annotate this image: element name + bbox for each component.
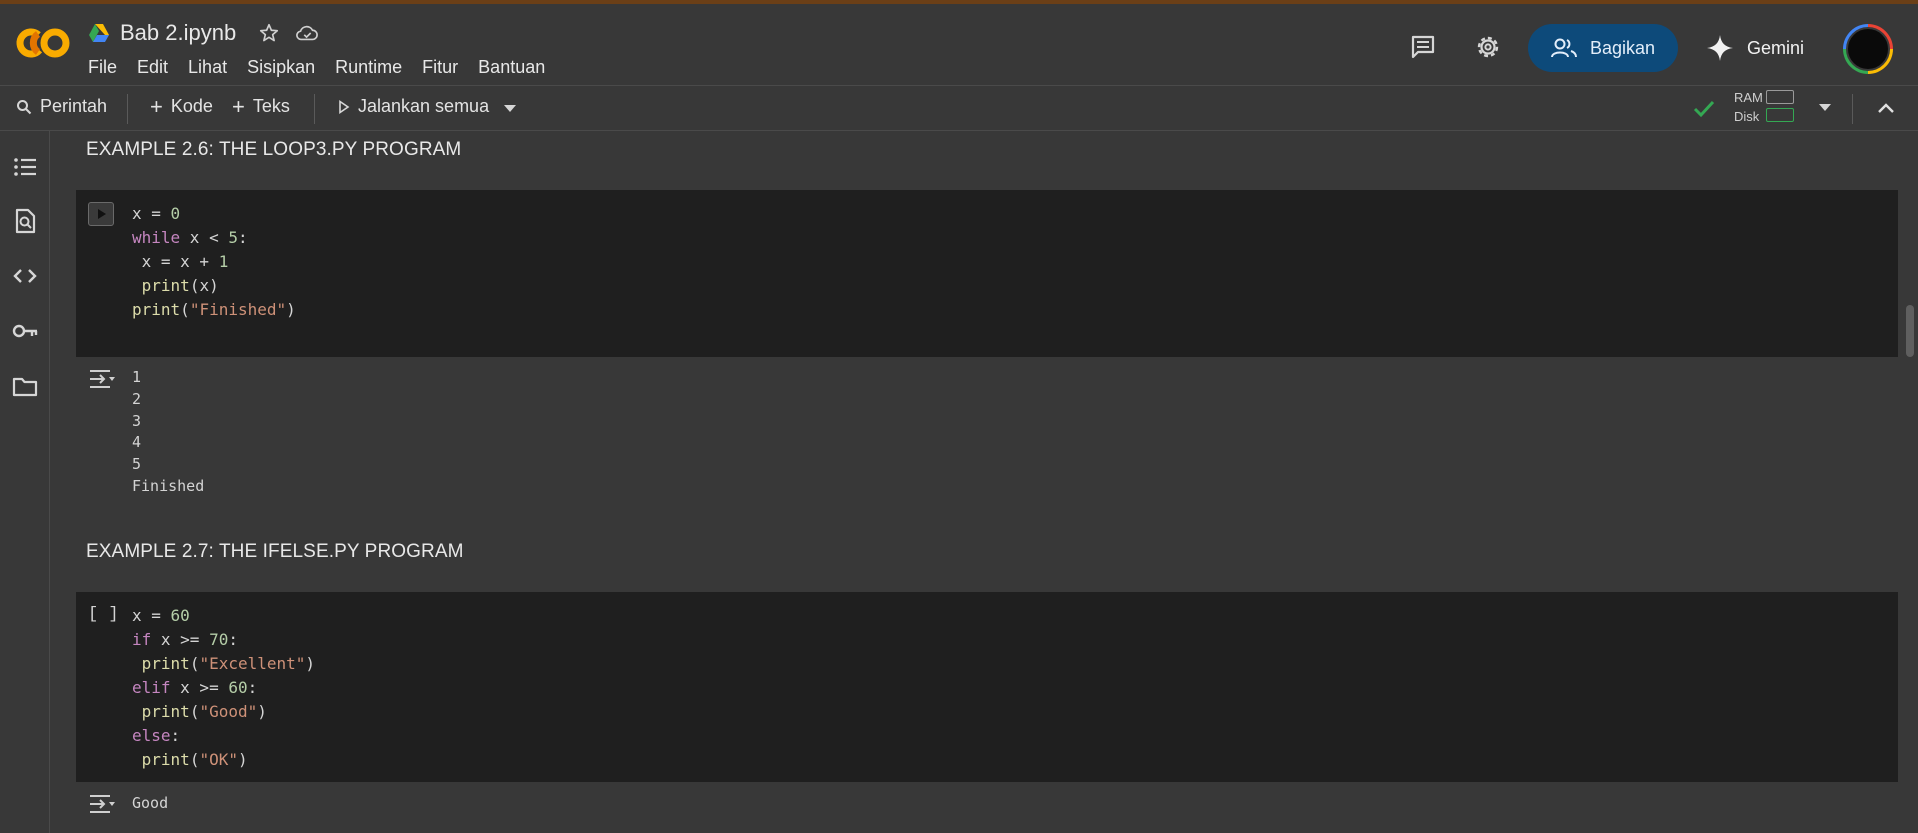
toolbar-divider (314, 94, 315, 124)
markdown-heading-2-7: EXAMPLE 2.7: THE IFELSE.PY PROGRAM (86, 541, 464, 562)
disk-usage-bar (1766, 108, 1794, 122)
notebook-scrollbar-thumb[interactable] (1906, 305, 1914, 357)
code-line: if x >= 70: (132, 630, 238, 649)
ram-disk-indicator[interactable]: RAM Disk (1734, 88, 1763, 126)
share-label: Bagikan (1590, 37, 1656, 58)
chevron-up-icon[interactable] (1877, 100, 1895, 116)
menu-view[interactable]: Lihat (188, 57, 227, 78)
output-line: 1 (132, 368, 142, 386)
share-button[interactable]: Bagikan (1528, 24, 1678, 72)
gemini-label: Gemini (1747, 37, 1805, 58)
output-line: 5 (132, 455, 142, 474)
code-cell-ifelse[interactable] (76, 592, 1898, 782)
command-palette-button[interactable]: Perintah (16, 96, 107, 117)
ram-usage-bar (1766, 90, 1794, 104)
resources-dropdown-icon[interactable] (1818, 103, 1832, 113)
output-line: 2 (132, 389, 142, 408)
code-cell-loop3[interactable] (76, 190, 1898, 357)
cloud-icon[interactable] (294, 22, 320, 44)
toolbar-divider (127, 94, 128, 124)
menu-bar: File Edit Lihat Sisipkan Runtime Fitur B… (88, 57, 545, 78)
run-cell-button[interactable]: [ ] (88, 605, 119, 624)
command-label: Perintah (40, 96, 108, 116)
run-all-button[interactable]: Jalankan semua (338, 96, 489, 117)
comment-icon[interactable] (1408, 32, 1438, 62)
notebook-toolbar: Perintah + Kode + Teks Jalankan semua RA… (0, 86, 1918, 131)
code-line: print("Good") (141, 702, 267, 721)
toolbar-divider (1852, 94, 1853, 124)
run-all-label: Jalankan semua (358, 96, 490, 116)
code-editor[interactable]: x = 0 while x < 5: x = x + 1 print(x) pr… (132, 202, 296, 322)
code-line: print("OK") (141, 750, 248, 769)
cell-output: 1 2 3 4 5 Finished (132, 367, 204, 498)
play-icon (339, 99, 350, 114)
code-line: x = x + 1 (132, 252, 229, 271)
search-icon (17, 99, 32, 114)
code-line: x = 0 (132, 204, 181, 223)
colab-logo[interactable] (16, 26, 70, 60)
output-line: 4 (132, 433, 142, 452)
add-code-button[interactable]: + Kode (150, 93, 213, 119)
code-line: print(x) (141, 276, 219, 295)
code-line: print("Finished") (132, 300, 296, 319)
run-all-dropdown-icon[interactable] (503, 104, 517, 114)
add-code-label: Kode (170, 96, 213, 116)
connected-check-icon[interactable] (1692, 98, 1716, 120)
share-people-icon (1551, 38, 1577, 58)
star-icon[interactable] (258, 22, 280, 44)
output-line: 3 (132, 411, 142, 430)
secrets-key-icon[interactable] (11, 317, 39, 345)
output-line: Good (132, 794, 169, 812)
ram-label: RAM (1734, 90, 1763, 105)
menu-edit[interactable]: Edit (137, 57, 168, 78)
code-line: else: (132, 726, 181, 745)
output-actions-icon[interactable] (88, 793, 116, 815)
code-line: elif x >= 60: (132, 678, 258, 697)
cell-output: Good (132, 793, 168, 815)
markdown-heading-2-6: EXAMPLE 2.6: THE LOOP3.PY PROGRAM (86, 139, 462, 160)
run-cell-button[interactable] (88, 202, 114, 226)
menu-file[interactable]: File (88, 57, 117, 78)
plus-icon: + (232, 93, 245, 119)
output-actions-icon[interactable] (88, 368, 116, 390)
menu-runtime[interactable]: Runtime (335, 57, 402, 78)
add-text-label: Teks (252, 96, 290, 116)
play-icon (98, 209, 106, 219)
app-header: Bab 2.ipynb File Edit Lihat Sisipkan Run… (0, 4, 1918, 86)
output-line: Finished (132, 476, 205, 495)
code-snippets-icon[interactable] (11, 262, 39, 290)
code-line: print("Excellent") (141, 654, 316, 673)
notebook-title[interactable]: Bab 2.ipynb (120, 20, 236, 46)
files-folder-icon[interactable] (11, 372, 39, 400)
code-editor[interactable]: x = 60 if x >= 70: print("Excellent") el… (132, 604, 315, 772)
gemini-sparkle-icon (1707, 35, 1733, 61)
settings-gear-icon[interactable] (1473, 32, 1503, 62)
toc-icon[interactable] (11, 153, 39, 181)
plus-icon: + (150, 93, 163, 119)
title-row: Bab 2.ipynb (88, 20, 320, 46)
gemini-button[interactable]: Gemini (1705, 26, 1804, 70)
find-replace-icon[interactable] (11, 207, 39, 235)
menu-tools[interactable]: Fitur (422, 57, 458, 78)
account-avatar[interactable] (1843, 24, 1893, 74)
code-line: while x < 5: (132, 228, 248, 247)
disk-label: Disk (1734, 109, 1760, 124)
menu-help[interactable]: Bantuan (478, 57, 545, 78)
left-side-rail (0, 131, 50, 833)
code-line: x = 60 (132, 606, 190, 625)
menu-insert[interactable]: Sisipkan (247, 57, 315, 78)
add-text-button[interactable]: + Teks (232, 93, 290, 119)
drive-icon[interactable] (88, 23, 110, 43)
